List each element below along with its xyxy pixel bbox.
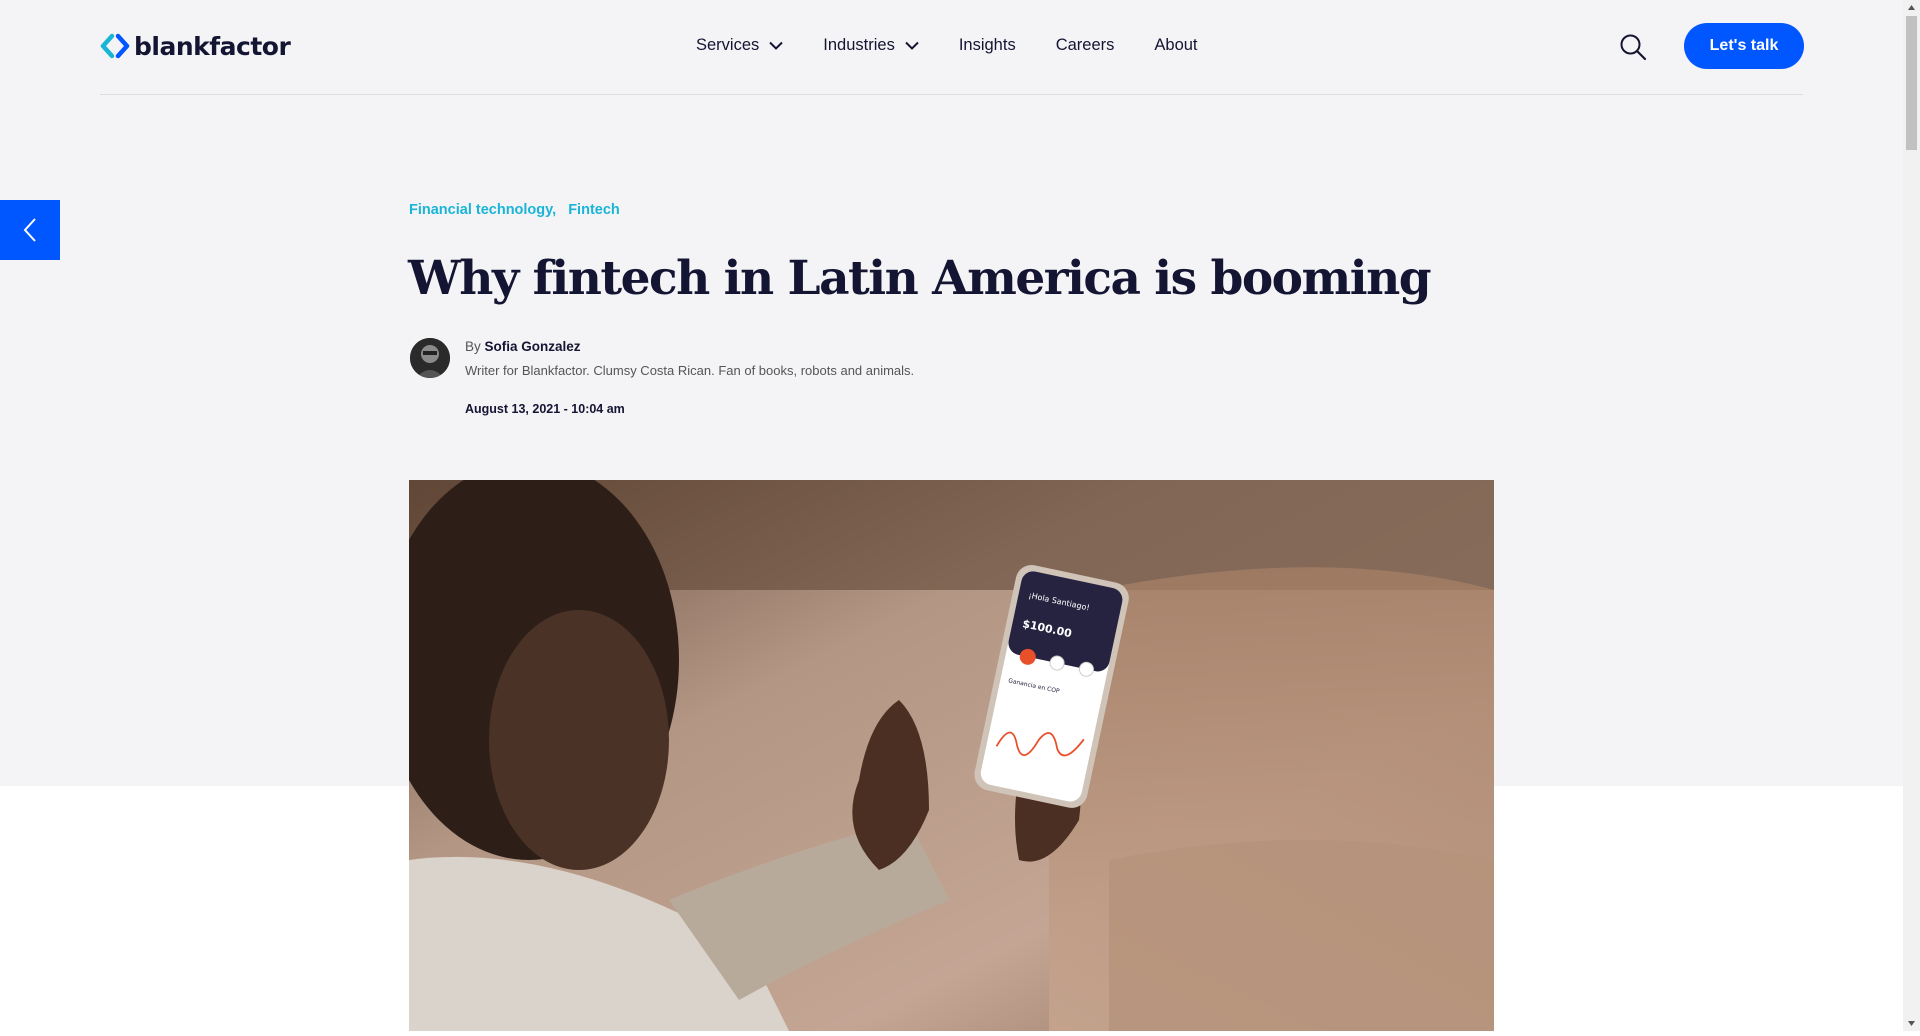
hero-image: ¡Hola Santiago! $100.00 Ganancia en COP: [409, 480, 1494, 1031]
author-photo: [410, 338, 450, 378]
arrow-up-icon: [1908, 5, 1915, 10]
nav-item-industries[interactable]: Industries: [823, 36, 919, 55]
nav-item-about[interactable]: About: [1154, 36, 1197, 55]
brand-logo[interactable]: blankfactor: [100, 31, 291, 61]
back-button[interactable]: [0, 200, 60, 260]
chevron-down-icon: [769, 41, 783, 50]
author-byline: By Sofia Gonzalez: [465, 339, 581, 354]
article-categories: Financial technology, Fintech: [409, 202, 628, 218]
chevron-down-icon: [905, 41, 919, 50]
category-link[interactable]: Fintech: [568, 202, 620, 218]
brand-mark-icon: [100, 33, 130, 59]
nav-item-label: Insights: [958, 36, 1016, 54]
search-icon: [1620, 34, 1647, 61]
lets-talk-button[interactable]: Let's talk: [1684, 23, 1804, 69]
publish-date: August 13, 2021 - 10:04 am: [465, 402, 625, 416]
scroll-up-button[interactable]: [1903, 0, 1920, 16]
scrollbar-thumb[interactable]: [1906, 16, 1917, 150]
scrollbar-track[interactable]: [1903, 0, 1920, 1031]
author-name[interactable]: Sofia Gonzalez: [485, 339, 581, 354]
article-title: Why fintech in Latin America is booming: [408, 251, 1432, 306]
nav-item-careers[interactable]: Careers: [1056, 36, 1115, 55]
brand-name: blankfactor: [134, 31, 291, 61]
scroll-down-button[interactable]: [1903, 1015, 1920, 1031]
nav-item-label: Careers: [1055, 36, 1115, 54]
nav-item-services[interactable]: Services: [696, 36, 783, 55]
category-link[interactable]: Financial technology,: [409, 202, 556, 218]
author-bio: Writer for Blankfactor. Clumsy Costa Ric…: [465, 363, 915, 378]
nav-item-label: Services: [696, 36, 760, 54]
author-avatar[interactable]: [410, 338, 450, 378]
site-header: blankfactor Services Industries Insights…: [100, 0, 1804, 95]
main-nav: Services Industries Insights Careers Abo…: [696, 36, 1238, 55]
nav-item-label: About: [1154, 36, 1198, 54]
hero-illustration: ¡Hola Santiago! $100.00 Ganancia en COP: [409, 480, 1494, 1031]
nav-item-insights[interactable]: Insights: [959, 36, 1016, 55]
chevron-left-icon: [23, 218, 36, 242]
search-button[interactable]: [1619, 33, 1647, 66]
nav-item-label: Industries: [823, 36, 895, 54]
byline-prefix: By: [465, 339, 481, 354]
arrow-down-icon: [1908, 1021, 1915, 1026]
